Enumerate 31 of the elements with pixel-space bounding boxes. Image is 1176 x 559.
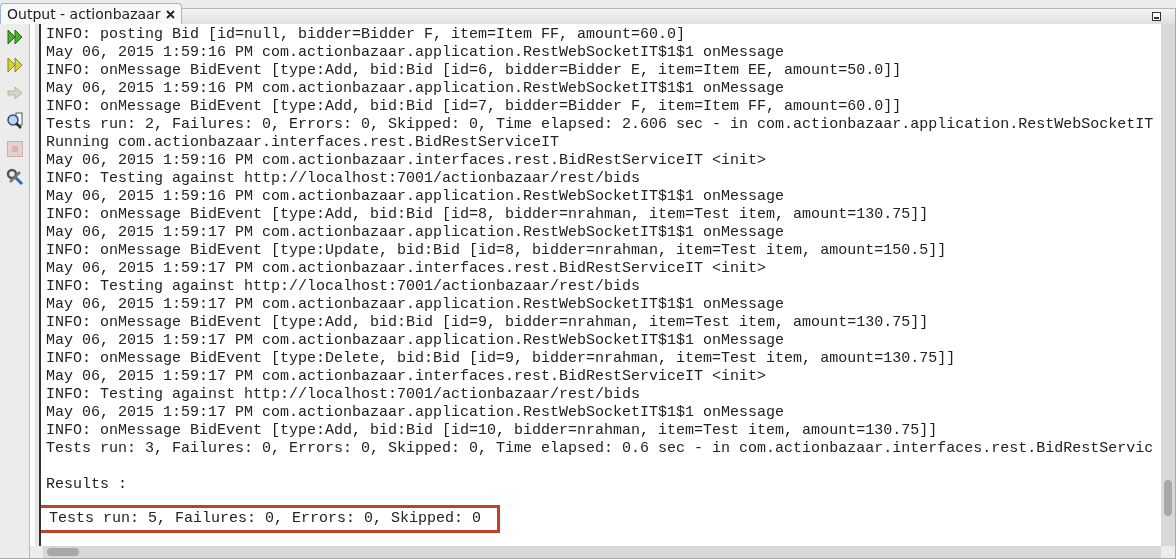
log-line: INFO: onMessage BidEvent [type:Add, bid:Bid [id=8, bidder=nrahman, item=Test item, amount=130.75]] <box>46 206 929 224</box>
log-line: INFO: onMessage BidEvent [type:Add, bid:Bid [id=10, bidder=nrahman, item=Test item, amount=130.75]] <box>46 422 938 440</box>
log-line: May 06, 2015 1:59:17 PM com.actionbazaar.application.RestWebSocketIT$1$1 onMessage <box>46 296 785 314</box>
log-line: May 06, 2015 1:59:16 PM com.actionbazaar.application.RestWebSocketIT$1$1 onMessage <box>46 80 785 98</box>
output-tab[interactable]: Output - actionbazaar <box>0 3 183 24</box>
log-line: May 06, 2015 1:59:17 PM com.actionbazaar.application.RestWebSocketIT$1$1 onMessage <box>46 404 785 422</box>
log-line: INFO: onMessage BidEvent [type:Update, bid:Bid [id=8, bidder=nrahman, item=Test item, amount=150.5]] <box>46 242 947 260</box>
log-line: INFO: onMessage BidEvent [type:Delete, bid:Bid [id=9, bidder=nrahman, item=Test item, amount=130.75]] <box>46 350 956 368</box>
log-line: INFO: Testing against http://localhost:7001/actionbazaar/rest/bids <box>46 170 641 188</box>
log-line: May 06, 2015 1:59:17 PM com.actionbazaar.application.RestWebSocketIT$1$1 onMessage <box>46 332 785 350</box>
log-line: INFO: onMessage BidEvent [type:Add, bid:Bid [id=7, bidder=Bidder F, item=Item FF, amount=60.0]] <box>46 98 902 116</box>
close-icon[interactable] <box>166 9 176 19</box>
results-heading: Results : <box>46 476 127 494</box>
log-line: Tests run: 3, Failures: 0, Errors: 0, Skipped: 0, Time elapsed: 0.6 sec - in com.actionbazaar.interfaces.rest.BidRestServic <box>46 440 1154 458</box>
log-line: May 06, 2015 1:59:16 PM com.actionbazaar.application.RestWebSocketIT$1$1 onMessage <box>46 188 785 206</box>
log-line: INFO: onMessage BidEvent [type:Add, bid:Bid [id=6, bidder=Bidder E, item=Item EE, amount=50.0]] <box>46 62 902 80</box>
log-line: INFO: Testing against http://localhost:7001/actionbazaar/rest/bids <box>46 386 641 404</box>
log-line: INFO: posting Bid [id=null, bidder=Bidder F, item=Item FF, amount=60.0] <box>46 26 686 44</box>
results-line: Tests run: 5, Failures: 0, Errors: 0, Skipped: 0 <box>49 510 482 528</box>
horizontal-scrollbar[interactable] <box>43 546 1161 558</box>
log-line: May 06, 2015 1:59:16 PM com.actionbazaar.interfaces.rest.BidRestServiceIT <init> <box>46 152 767 170</box>
log-line: May 06, 2015 1:59:17 PM com.actionbazaar.application.RestWebSocketIT$1$1 onMessage <box>46 224 785 242</box>
log-line: INFO: Testing against http://localhost:7001/actionbazaar/rest/bids <box>46 278 641 296</box>
log-line: May 06, 2015 1:59:17 PM com.actionbazaar.interfaces.rest.BidRestServiceIT <init> <box>46 260 767 278</box>
vertical-scrollbar[interactable] <box>1161 24 1175 546</box>
log-line: May 06, 2015 1:59:17 PM com.actionbazaar.interfaces.rest.BidRestServiceIT <init> <box>46 368 767 386</box>
log-line: INFO: onMessage BidEvent [type:Add, bid:Bid [id=9, bidder=nrahman, item=Test item, amount=130.75]] <box>46 314 929 332</box>
log-line: Running com.actionbazaar.interfaces.rest.BidRestServiceIT <box>46 134 560 152</box>
log-line: May 06, 2015 1:59:16 PM com.actionbazaar.application.RestWebSocketIT$1$1 onMessage <box>46 44 785 62</box>
minimize-icon[interactable] <box>1152 12 1161 21</box>
log-line: Tests run: 2, Failures: 0, Errors: 0, Skipped: 0, Time elapsed: 2.606 sec - in com.actionbazaar.application.RestWebSocketIT <box>46 116 1154 134</box>
